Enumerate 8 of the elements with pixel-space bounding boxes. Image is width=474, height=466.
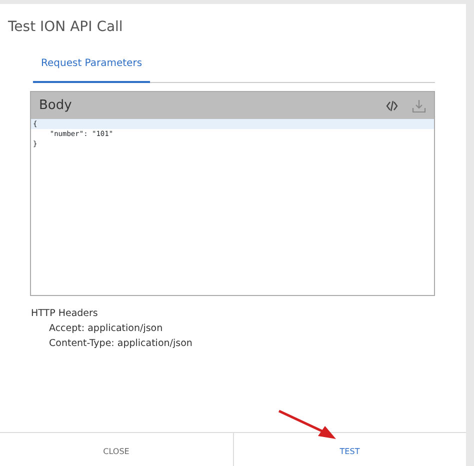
- tab[interactable]: Request Parameters: [33, 48, 150, 83]
- arrow-annotation: [278, 410, 336, 439]
- header-line: Content-Type: application/json: [48, 337, 194, 351]
- headers-title: HTTP Headers: [31, 307, 99, 321]
- dialog-title: Test ION API Call: [7, 18, 124, 36]
- header-line: Accept: application/json: [48, 322, 164, 336]
- code-icon[interactable]: [386, 100, 398, 112]
- panel-title: Body: [39, 96, 73, 115]
